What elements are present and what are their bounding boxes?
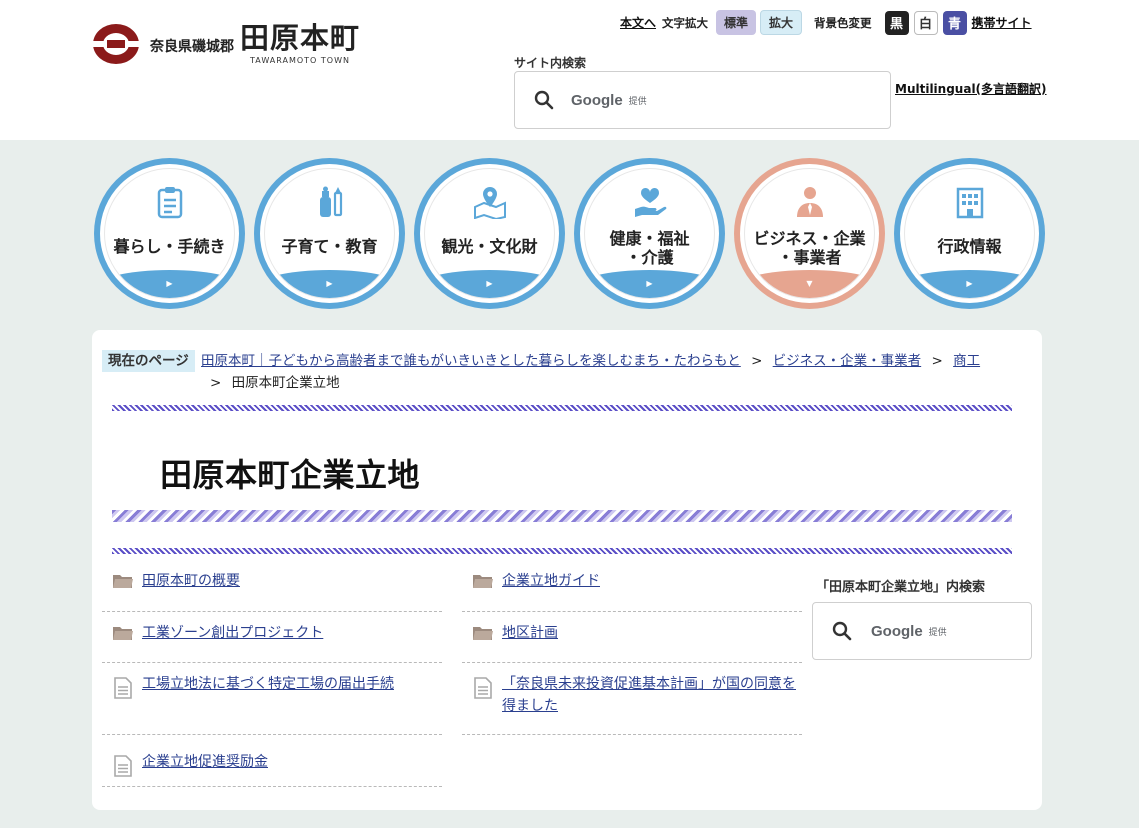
- global-nav: 暮らし・手続き ▶ 子育て・教育 ▶ 観光・文化財 ▶ 健康・福祉 ・介護 ▶ …: [94, 158, 1045, 309]
- town-emblem-icon: [92, 23, 140, 64]
- font-standard-button[interactable]: 標準: [716, 10, 757, 35]
- logo-town-name: 田原本町: [240, 21, 361, 55]
- map-pin-icon: [473, 187, 506, 219]
- search-icon: [832, 621, 852, 641]
- bg-black-button[interactable]: 黒: [884, 10, 909, 35]
- folder-icon: [113, 575, 133, 588]
- nav-item-health[interactable]: 健康・福祉 ・介護 ▶: [574, 158, 725, 309]
- site-search-input[interactable]: Google 提供: [514, 71, 891, 129]
- nav-item-childcare[interactable]: 子育て・教育 ▶: [254, 158, 405, 309]
- decorative-stripe-top: [112, 405, 1012, 411]
- mobile-site-link[interactable]: 携帯サイト: [972, 14, 1032, 31]
- breadcrumb-commerce-link[interactable]: 商工: [953, 353, 980, 369]
- nav-label-tourism: 観光・文化財: [441, 237, 538, 256]
- arrow-right-icon: ▶: [166, 279, 173, 288]
- content-link-list: 田原本町の概要 企業立地ガイド 工業ゾーン創出プロジェクト 地区計画 工場立地法…: [102, 560, 802, 787]
- list-item: 工業ゾーン創出プロジェクト: [102, 612, 442, 663]
- nav-label-health: 健康・福祉 ・介護: [609, 229, 690, 267]
- title-band: 田原本町企業立地: [112, 430, 1012, 530]
- breadcrumb-separator: >: [931, 353, 943, 369]
- link-location-guide[interactable]: 企業立地ガイド: [502, 570, 600, 592]
- breadcrumb-current: 田原本町企業立地: [231, 375, 340, 391]
- arrow-down-icon: ▼: [806, 279, 813, 288]
- breadcrumb-separator: >: [751, 353, 763, 369]
- list-item: 地区計画: [462, 612, 802, 663]
- google-provided-label: 提供: [928, 627, 947, 638]
- logo-town-wrap: 田原本町 TAWARAMOTO TOWN: [240, 22, 360, 65]
- font-size-label: 文字拡大: [662, 15, 709, 30]
- section-search-input[interactable]: Google 提供: [812, 602, 1032, 660]
- arrow-right-icon: ▶: [326, 279, 333, 288]
- list-item: 工場立地法に基づく特定工場の届出手続: [102, 663, 442, 735]
- bg-blue-button[interactable]: 青: [942, 10, 967, 35]
- arrow-right-icon: ▶: [966, 279, 973, 288]
- link-nara-investment-plan[interactable]: 「奈良県未来投資促進基本計画」が国の同意を得ました: [502, 673, 802, 717]
- clipboard-icon: [157, 187, 182, 219]
- heart-hand-icon: [634, 187, 666, 217]
- google-provided-label: 提供: [628, 96, 647, 107]
- breadcrumb: 現在のページ 田原本町｜子どもから高齢者まで誰もがいきいきとした暮らしを楽しむま…: [102, 350, 1022, 394]
- link-district-plan[interactable]: 地区計画: [502, 622, 558, 644]
- decorative-stripe-bottom: [112, 548, 1012, 554]
- arrow-right-icon: ▶: [646, 279, 653, 288]
- list-item: 企業立地促進奨励金: [102, 735, 442, 787]
- title-decorative-pattern: [112, 510, 1012, 522]
- skip-to-content-link[interactable]: 本文へ: [620, 14, 656, 31]
- site-header: 奈良県磯城郡 田原本町 TAWARAMOTO TOWN 本文へ 文字拡大 標準 …: [0, 0, 1139, 140]
- document-icon: [114, 677, 132, 699]
- breadcrumb-label: 現在のページ: [102, 350, 195, 372]
- list-item: 田原本町の概要: [102, 560, 442, 612]
- nav-item-government[interactable]: 行政情報 ▶: [894, 158, 1045, 309]
- building-icon: [956, 187, 983, 219]
- bg-white-button[interactable]: 白: [913, 10, 938, 35]
- accessibility-toolbar: 本文へ 文字拡大 標準 拡大 背景色変更 黒 白 青 携帯サイト: [620, 10, 1032, 35]
- section-search-label: 「田原本町企業立地」内検索: [816, 580, 986, 595]
- page-title: 田原本町企業立地: [160, 456, 421, 494]
- document-icon: [114, 755, 132, 777]
- arrow-right-icon: ▶: [486, 279, 493, 288]
- site-search-label: サイト内検索: [514, 56, 587, 70]
- main-content: 現在のページ 田原本町｜子どもから高齢者まで誰もがいきいきとした暮らしを楽しむま…: [92, 330, 1042, 810]
- nav-item-tourism[interactable]: 観光・文化財 ▶: [414, 158, 565, 309]
- multilingual-link[interactable]: Multilingual(多言語翻訳): [895, 80, 1047, 97]
- font-enlarge-button[interactable]: 拡大: [760, 10, 803, 35]
- google-brand: Google: [871, 622, 923, 640]
- link-factory-notification[interactable]: 工場立地法に基づく特定工場の届出手続: [142, 673, 394, 695]
- logo-town-english: TAWARAMOTO TOWN: [250, 56, 350, 65]
- list-item: 「奈良県未来投資促進基本計画」が国の同意を得ました: [462, 663, 802, 735]
- link-town-overview[interactable]: 田原本町の概要: [142, 570, 240, 592]
- folder-icon: [473, 575, 493, 588]
- nav-item-living[interactable]: 暮らし・手続き ▶: [94, 158, 245, 309]
- nav-label-government: 行政情報: [937, 237, 1002, 256]
- nav-label-living: 暮らし・手続き: [113, 237, 226, 256]
- breadcrumb-business-link[interactable]: ビジネス・企業・事業者: [773, 353, 922, 369]
- document-icon: [474, 677, 492, 699]
- nav-label-childcare: 子育て・教育: [281, 237, 378, 256]
- folder-icon: [113, 627, 133, 640]
- bg-color-label: 背景色変更: [814, 15, 872, 30]
- list-item: 企業立地ガイド: [462, 560, 802, 612]
- logo-prefecture: 奈良県磯城郡: [150, 38, 234, 55]
- baby-bottle-icon: [319, 186, 342, 217]
- breadcrumb-home-link[interactable]: 田原本町｜子どもから高齢者まで誰もがいきいきとした暮らしを楽しむまち・たわらもと: [201, 353, 741, 369]
- nav-label-business: ビジネス・企業 ・事業者: [753, 229, 866, 267]
- nav-item-business[interactable]: ビジネス・企業 ・事業者 ▼: [734, 158, 885, 309]
- businessperson-icon: [796, 187, 823, 217]
- link-industrial-zone[interactable]: 工業ゾーン創出プロジェクト: [142, 622, 323, 644]
- folder-icon: [473, 627, 493, 640]
- breadcrumb-separator: >: [210, 375, 222, 391]
- google-brand: Google: [571, 91, 623, 109]
- link-location-incentive[interactable]: 企業立地促進奨励金: [142, 751, 268, 773]
- site-logo[interactable]: 奈良県磯城郡 田原本町 TAWARAMOTO TOWN: [92, 22, 360, 65]
- search-icon: [534, 90, 554, 110]
